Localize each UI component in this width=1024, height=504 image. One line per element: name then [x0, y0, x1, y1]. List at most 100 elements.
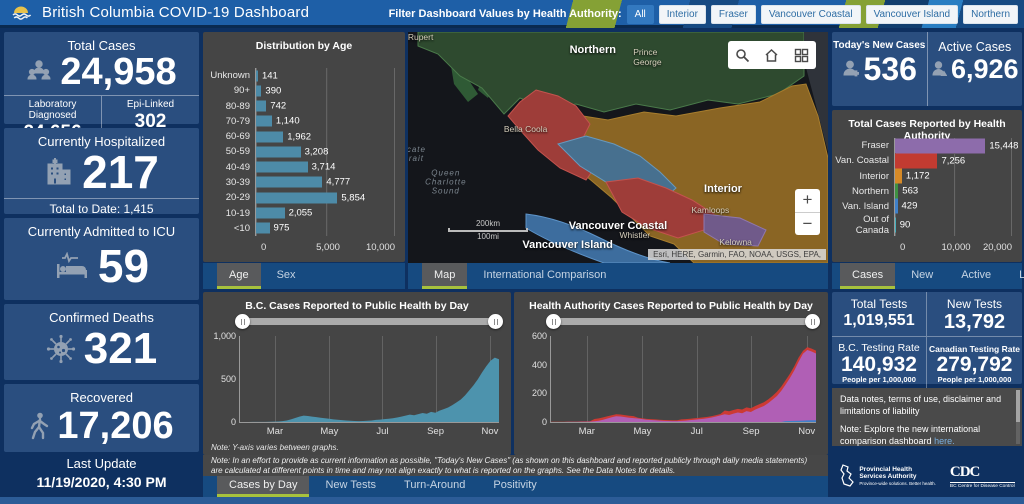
slider-left-handle[interactable] — [546, 314, 561, 329]
bar-label: 70-79 — [203, 116, 255, 127]
page-title: British Columbia COVID-19 Dashboard — [42, 4, 309, 21]
tab-list[interactable]: List — [1007, 263, 1024, 289]
bar-label: 20-29 — [203, 192, 255, 203]
deaths-title: Confirmed Deaths — [4, 304, 199, 325]
bar-fill[interactable] — [895, 184, 898, 199]
bar-track: 7,256 — [894, 153, 1012, 168]
bar-fill[interactable] — [256, 70, 258, 81]
bar-row-60-69: 60-69 1,962 — [203, 129, 395, 144]
bar-track: 390 — [255, 83, 395, 98]
tab-sex[interactable]: Sex — [265, 263, 308, 289]
epi-linked-label: Epi-Linked — [104, 99, 197, 110]
bar-track: 975 — [255, 221, 395, 236]
zoom-out-button[interactable]: − — [795, 213, 820, 236]
bar-label: Unknown — [203, 70, 255, 81]
bc-rate-value: 140,932 — [834, 354, 924, 375]
tab-new-tests[interactable]: New Tests — [313, 476, 388, 497]
bar-fill[interactable] — [256, 85, 261, 96]
bar-value: 7,256 — [941, 155, 965, 166]
tab-age[interactable]: Age — [217, 263, 261, 289]
scale-km-label: 200km — [448, 219, 528, 228]
basemap-icon[interactable] — [794, 48, 809, 63]
filter-button-northern[interactable]: Northern — [963, 5, 1018, 24]
total-cases-title: Total Cases — [4, 32, 199, 53]
bar-fill[interactable] — [895, 169, 902, 184]
map-zoom-control: + − — [795, 189, 820, 235]
bar-value: 15,448 — [989, 140, 1018, 151]
bar-value: 429 — [902, 201, 918, 212]
active-cases-cell: Active Cases 6,926 — [928, 32, 1023, 106]
bc-gov-logo — [10, 3, 32, 23]
x-tick-may: May — [320, 426, 338, 437]
tab-active[interactable]: Active — [949, 263, 1003, 289]
bar-track: 141 — [255, 68, 395, 83]
slider-right-handle[interactable] — [488, 314, 503, 329]
filter-button-all[interactable]: All — [627, 5, 654, 24]
search-icon[interactable] — [735, 48, 750, 63]
bar-label: 60-69 — [203, 131, 255, 142]
tab-positivity[interactable]: Positivity — [481, 476, 548, 497]
tab-turn-around[interactable]: Turn-Around — [392, 476, 477, 497]
hospitalized-total-to-date: Total to Date: 1,415 — [4, 198, 199, 220]
bccdc-name: BC Centre for Disease Control — [950, 482, 1015, 489]
last-update: Last Update 11/19/2020, 4:30 PM — [4, 456, 199, 490]
filter-button-vancouver-coastal[interactable]: Vancouver Coastal — [761, 5, 861, 24]
x-tick-may: May — [633, 426, 651, 437]
bar-fill[interactable] — [256, 192, 337, 203]
ha-day-chart-title: Health Authority Cases Reported to Publi… — [514, 292, 828, 312]
slider-right-handle[interactable] — [805, 314, 820, 329]
new-cases-value: 536 — [864, 53, 917, 85]
home-icon[interactable] — [764, 48, 779, 63]
bar-fill[interactable] — [256, 162, 308, 173]
bc-testing-rate-cell: B.C. Testing Rate 140,932 People per 1,0… — [832, 337, 927, 388]
bar-fill[interactable] — [256, 208, 285, 219]
bar-fill[interactable] — [256, 131, 283, 142]
zoom-in-button[interactable]: + — [795, 189, 820, 213]
ha-chart-x-axis: 010,00020,000 — [900, 242, 1012, 254]
slider-track[interactable] — [550, 318, 816, 325]
slider-left-handle[interactable] — [235, 314, 250, 329]
bar-value: 141 — [262, 70, 278, 81]
bar-fill[interactable] — [256, 146, 301, 157]
bottom-panel-tabbar: Cases by DayNew TestsTurn-AroundPositivi… — [203, 476, 828, 497]
tab-map[interactable]: Map — [422, 263, 467, 289]
x-tick-jul: Jul — [691, 426, 703, 437]
bar-fill[interactable] — [895, 218, 896, 233]
filter-button-interior[interactable]: Interior — [659, 5, 706, 24]
bar-label: 30-39 — [203, 177, 255, 188]
bar-track: 563 — [894, 184, 1012, 199]
bar-track: 15,448 — [894, 138, 1012, 153]
ha-day-chart-panel: Health Authority Cases Reported to Publi… — [514, 292, 828, 455]
y-tick: 200 — [532, 388, 547, 398]
bar-fill[interactable] — [256, 101, 266, 112]
filter-button-vancouver-island[interactable]: Vancouver Island — [866, 5, 959, 24]
tab-new[interactable]: New — [899, 263, 945, 289]
bc-health-authority-map[interactable]: NorthernInteriorVancouver CoastalVancouv… — [408, 32, 828, 263]
bar-fill[interactable] — [895, 153, 937, 168]
bar-value: 975 — [274, 223, 290, 234]
bar-fill[interactable] — [895, 199, 898, 214]
notes-scrollbar[interactable] — [1016, 390, 1020, 444]
slider-track[interactable] — [239, 318, 499, 325]
y-tick: 1,000 — [213, 331, 236, 341]
tab-cases[interactable]: Cases — [840, 263, 895, 289]
bar-fill[interactable] — [256, 116, 272, 127]
bar-fill[interactable] — [256, 177, 322, 188]
filter-button-fraser[interactable]: Fraser — [711, 5, 756, 24]
series-fraser — [551, 350, 816, 422]
bar-value: 1,962 — [287, 131, 311, 142]
tab-cases-by-day[interactable]: Cases by Day — [217, 476, 309, 497]
active-cases-title: Active Cases — [928, 40, 1023, 54]
bar-fill[interactable] — [895, 138, 985, 153]
x-tick-jul: Jul — [376, 426, 388, 437]
bar-value: 3,714 — [312, 162, 336, 173]
bar-track: 2,055 — [255, 205, 395, 220]
international-dashboard-link[interactable]: here. — [934, 436, 955, 446]
ha-day-time-slider — [550, 314, 816, 329]
new-active-cases-card: Today's New Cases 536 Active Cases — [832, 32, 1022, 106]
bar-value: 2,055 — [289, 208, 313, 219]
bar-track: 5,854 — [255, 190, 395, 205]
bar-fill[interactable] — [256, 223, 270, 234]
total-cases-value: 24,958 — [60, 53, 176, 91]
tab-international-comparison[interactable]: International Comparison — [471, 263, 618, 289]
